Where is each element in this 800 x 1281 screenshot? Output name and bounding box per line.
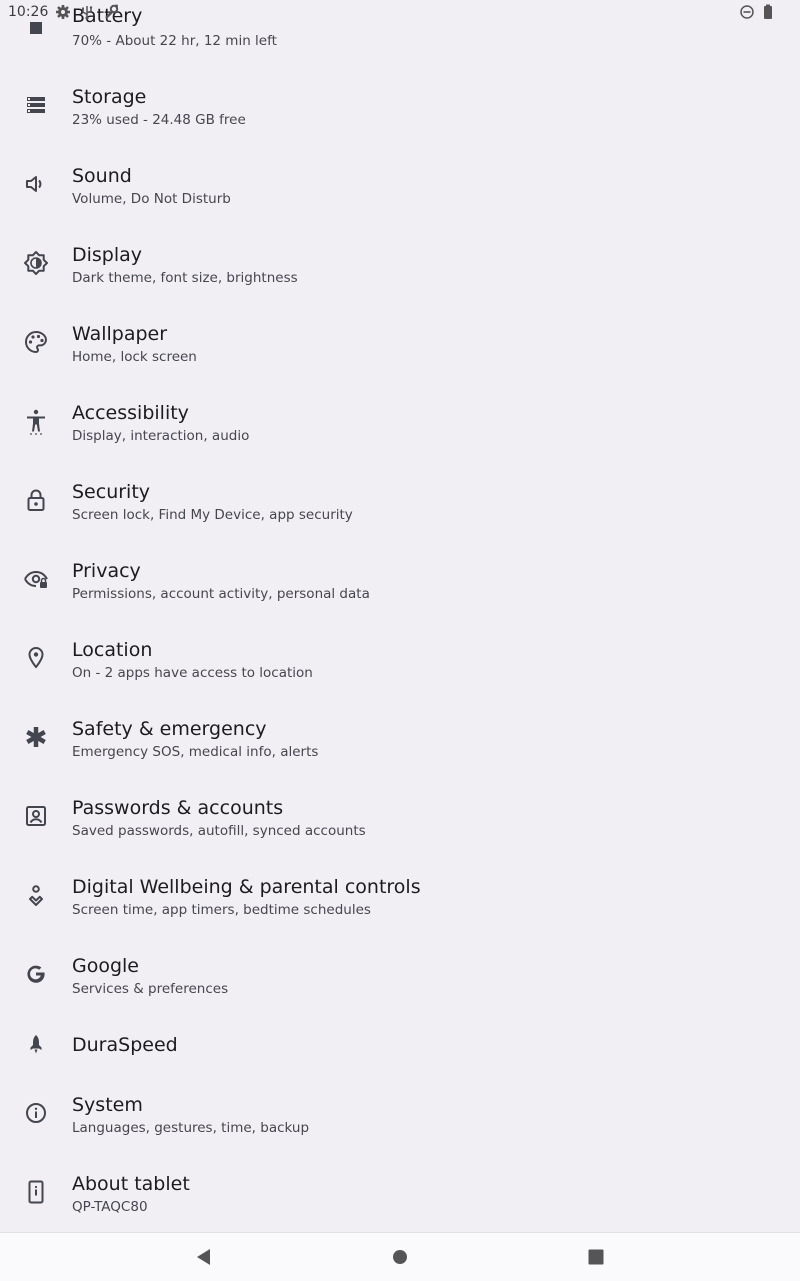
settings-item-title: Display — [72, 244, 143, 266]
back-icon[interactable] — [192, 1245, 216, 1269]
volume-icon — [22, 170, 50, 198]
settings-item-subtitle: Display, interaction, audio — [72, 428, 250, 444]
home-icon[interactable] — [388, 1245, 412, 1269]
settings-item-digital-wellbeing[interactable]: Digital Wellbeing & parental controls Sc… — [0, 855, 800, 934]
asterisk-icon — [22, 723, 50, 751]
settings-item-about-tablet[interactable]: About tablet QP-TAQC80 — [0, 1152, 800, 1231]
settings-item-display[interactable]: Display Dark theme, font size, brightnes… — [0, 223, 800, 302]
eye-lock-icon — [22, 565, 50, 593]
gear-icon — [54, 3, 72, 21]
settings-item-subtitle: Home, lock screen — [72, 349, 197, 365]
settings-item-subtitle: On - 2 apps have access to location — [72, 665, 313, 681]
settings-item-title: Location — [72, 639, 153, 661]
settings-item-sound[interactable]: Sound Volume, Do Not Disturb — [0, 144, 800, 223]
settings-item-subtitle: Emergency SOS, medical info, alerts — [72, 744, 319, 760]
tablet-icon — [22, 1178, 50, 1206]
settings-item-title: Safety & emergency — [72, 718, 267, 740]
navigation-bar — [0, 1232, 800, 1281]
settings-item-subtitle: Volume, Do Not Disturb — [72, 191, 231, 207]
settings-item-storage[interactable]: Storage 23% used - 24.48 GB free — [0, 65, 800, 144]
settings-item-title: System — [72, 1094, 143, 1116]
wrench-icon — [102, 3, 120, 21]
settings-item-subtitle: Saved passwords, autofill, synced accoun… — [72, 823, 366, 839]
settings-item-subtitle: 23% used - 24.48 GB free — [72, 112, 246, 128]
storage-icon — [22, 91, 50, 119]
settings-item-title: Digital Wellbeing & parental controls — [72, 876, 421, 898]
battery-icon — [759, 3, 777, 21]
settings-item-safety-emergency[interactable]: Safety & emergency Emergency SOS, medica… — [0, 697, 800, 776]
settings-item-subtitle: Screen lock, Find My Device, app securit… — [72, 507, 353, 523]
palette-icon — [22, 328, 50, 356]
settings-item-subtitle: Services & preferences — [72, 981, 229, 997]
brightness-icon — [22, 249, 50, 277]
settings-item-accessibility[interactable]: Accessibility Display, interaction, audi… — [0, 381, 800, 460]
settings-item-title: Wallpaper — [72, 323, 168, 345]
settings-item-google[interactable]: Google Services & preferences — [0, 934, 800, 1013]
settings-item-title: About tablet — [72, 1173, 190, 1195]
status-bar: 10:26 — [0, 0, 800, 24]
accessibility-icon — [22, 407, 50, 435]
settings-item-title: Security — [72, 481, 151, 503]
rocket-icon — [22, 1031, 50, 1059]
info-icon — [22, 1099, 50, 1127]
settings-item-passwords-accounts[interactable]: Passwords & accounts Saved passwords, au… — [0, 776, 800, 855]
battery-icon — [22, 22, 50, 50]
settings-item-title: Privacy — [72, 560, 141, 582]
settings-item-subtitle: QP-TAQC80 — [72, 1199, 148, 1215]
lock-icon — [22, 486, 50, 514]
usb-icon — [78, 3, 96, 21]
settings-item-privacy[interactable]: Privacy Permissions, account activity, p… — [0, 539, 800, 618]
settings-item-subtitle: Screen time, app timers, bedtime schedul… — [72, 902, 371, 918]
location-pin-icon — [22, 644, 50, 672]
google-icon — [22, 960, 50, 988]
settings-item-subtitle: Languages, gestures, time, backup — [72, 1120, 310, 1136]
settings-item-wallpaper[interactable]: Wallpaper Home, lock screen — [0, 302, 800, 381]
settings-item-subtitle: 70% - About 22 hr, 12 min left — [72, 33, 277, 49]
settings-item-title: Storage — [72, 86, 147, 108]
settings-item-title: DuraSpeed — [72, 1034, 178, 1056]
wellbeing-icon — [22, 881, 50, 909]
status-time: 10:26 — [8, 4, 49, 20]
recents-icon[interactable] — [584, 1245, 608, 1269]
settings-item-subtitle: Permissions, account activity, personal … — [72, 586, 370, 602]
settings-item-subtitle: Dark theme, font size, brightness — [72, 270, 298, 286]
settings-item-location[interactable]: Location On - 2 apps have access to loca… — [0, 618, 800, 697]
settings-item-security[interactable]: Security Screen lock, Find My Device, ap… — [0, 460, 800, 539]
settings-item-system[interactable]: System Languages, gestures, time, backup — [0, 1073, 800, 1152]
account-box-icon — [22, 802, 50, 830]
settings-item-title: Google — [72, 955, 140, 977]
settings-item-title: Sound — [72, 165, 132, 187]
settings-item-title: Accessibility — [72, 402, 189, 424]
settings-item-title: Passwords & accounts — [72, 797, 284, 819]
do-not-disturb-icon — [738, 3, 756, 21]
